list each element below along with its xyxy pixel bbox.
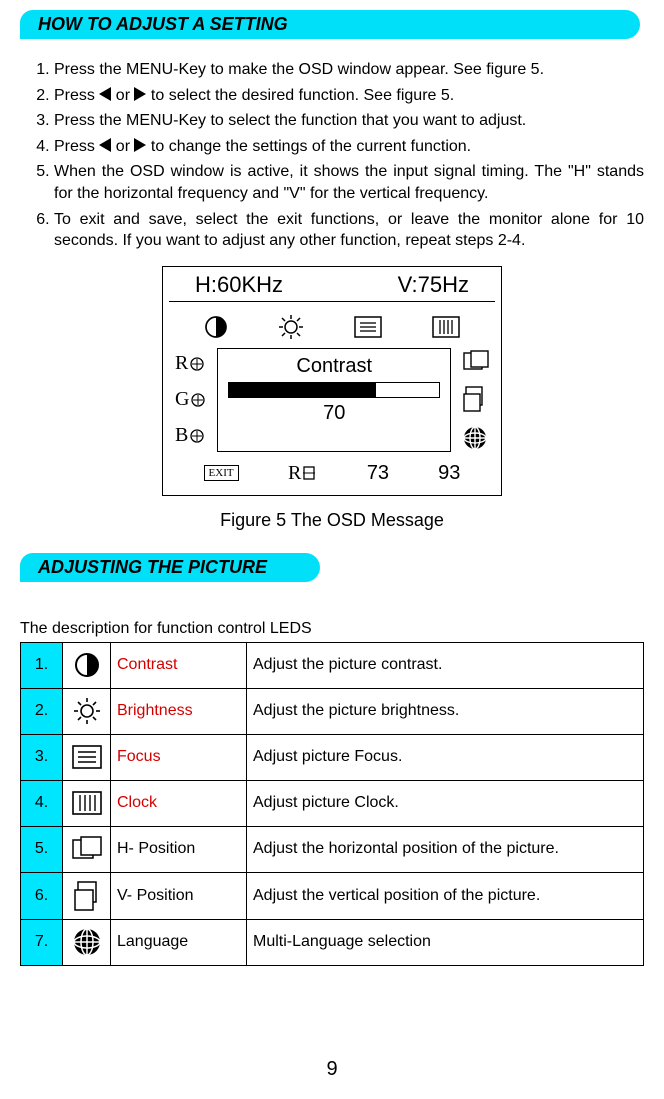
step-item: Press or to select the desired function.… xyxy=(54,85,644,107)
function-name: H- Position xyxy=(111,826,247,872)
function-desc: Adjust picture Focus. xyxy=(247,734,644,780)
function-name: V- Position xyxy=(111,872,247,919)
osd-value: 70 xyxy=(228,402,440,425)
section-header-adjust: HOW TO ADJUST A SETTING xyxy=(20,10,640,39)
contrast-icon xyxy=(204,315,228,339)
step-text: Press the MENU-Key to make the OSD windo… xyxy=(54,61,544,78)
osd-exit: EXIT xyxy=(204,465,239,481)
step-mid: or xyxy=(116,87,135,104)
osd-figure: H:60KHz V:75Hz xyxy=(162,266,502,496)
step-suffix: to select the desired function. See figu… xyxy=(151,87,454,104)
osd-center-panel: Contrast 70 xyxy=(217,348,451,452)
arrow-right-icon xyxy=(134,87,146,101)
g-label: G xyxy=(175,388,189,411)
row-number: 1. xyxy=(21,642,63,688)
steps-list: Press the MENU-Key to make the OSD windo… xyxy=(20,59,644,252)
osd-header: H:60KHz V:75Hz xyxy=(163,267,501,301)
table-row: 3. FocusAdjust picture Focus. xyxy=(21,734,644,780)
osd-value-bar xyxy=(228,382,440,398)
arrow-left-icon xyxy=(99,138,111,152)
osd-b-gain: B xyxy=(175,424,205,447)
arrow-right-icon xyxy=(134,138,146,152)
table-row: 5. H- PositionAdjust the horizontal posit… xyxy=(21,826,644,872)
hpos-icon xyxy=(463,350,489,372)
function-desc: Adjust the picture contrast. xyxy=(247,642,644,688)
step-text: To exit and save, select the exit functi… xyxy=(54,211,644,250)
clock-icon xyxy=(63,780,111,826)
step-prefix: Press xyxy=(54,87,99,104)
step-suffix: to change the settings of the current fu… xyxy=(151,138,471,155)
brightness-icon xyxy=(278,314,304,340)
row-number: 3. xyxy=(21,734,63,780)
step-item: Press the MENU-Key to make the OSD windo… xyxy=(54,59,644,81)
row-number: 6. xyxy=(21,872,63,919)
osd-num-2: 93 xyxy=(438,462,460,485)
globe-icon xyxy=(463,426,489,450)
figure-caption: Figure 5 The OSD Message xyxy=(20,510,644,531)
osd-middle: R G B Contrast 70 xyxy=(171,344,493,456)
function-name: Clock xyxy=(111,780,247,826)
function-desc: Multi-Language selection xyxy=(247,919,644,965)
step-item: Press or to change the settings of the c… xyxy=(54,136,644,158)
vpos-icon xyxy=(463,386,489,412)
osd-bottom-row: EXIT R 73 93 xyxy=(171,456,493,489)
table-row: 4. ClockAdjust picture Clock. xyxy=(21,780,644,826)
osd-r-gain: R xyxy=(175,352,205,375)
function-desc: Adjust picture Clock. xyxy=(247,780,644,826)
step-mid: or xyxy=(116,138,135,155)
brightness-icon xyxy=(63,688,111,734)
arrow-left-icon xyxy=(99,87,111,101)
table-row: 6. V- PositionAdjust the vertical positio… xyxy=(21,872,644,919)
focus-icon xyxy=(63,734,111,780)
svg-text:R: R xyxy=(288,463,302,483)
function-table: 1.ContrastAdjust the picture contrast.2.… xyxy=(20,642,644,966)
page-number: 9 xyxy=(0,1058,664,1081)
function-name: Language xyxy=(111,919,247,965)
table-intro: The description for function control LED… xyxy=(20,620,644,638)
r-label: R xyxy=(175,352,188,375)
row-number: 7. xyxy=(21,919,63,965)
recall-icon: R xyxy=(288,463,318,483)
row-number: 5. xyxy=(21,826,63,872)
table-row: 7. LanguageMulti-Language selection xyxy=(21,919,644,965)
osd-value-bar-fill xyxy=(229,383,376,397)
row-number: 2. xyxy=(21,688,63,734)
function-desc: Adjust the horizontal position of the pi… xyxy=(247,826,644,872)
focus-icon xyxy=(354,316,382,338)
b-label: B xyxy=(175,424,188,447)
function-name: Brightness xyxy=(111,688,247,734)
row-number: 4. xyxy=(21,780,63,826)
step-prefix: Press xyxy=(54,138,99,155)
clock-icon xyxy=(432,316,460,338)
table-row: 1. ContrastAdjust the picture contrast. xyxy=(21,642,644,688)
osd-top-icons xyxy=(171,310,493,344)
function-desc: Adjust the picture brightness. xyxy=(247,688,644,734)
step-text: When the OSD window is active, it shows … xyxy=(54,163,644,202)
osd-v-freq: V:75Hz xyxy=(398,272,469,298)
step-item: When the OSD window is active, it shows … xyxy=(54,161,644,204)
vpos-icon xyxy=(63,872,111,919)
function-desc: Adjust the vertical position of the pict… xyxy=(247,872,644,919)
osd-rgb-column: R G B xyxy=(171,344,213,456)
step-text: Press the MENU-Key to select the functio… xyxy=(54,112,526,129)
osd-g-gain: G xyxy=(175,388,205,411)
step-item: To exit and save, select the exit functi… xyxy=(54,209,644,252)
osd-num-1: 73 xyxy=(367,462,389,485)
globe-icon xyxy=(63,919,111,965)
function-name: Focus xyxy=(111,734,247,780)
contrast-icon xyxy=(63,642,111,688)
table-row: 2. BrightnessAdjust the picture brightnes… xyxy=(21,688,644,734)
osd-position-column xyxy=(455,344,493,456)
osd-body: R G B Contrast 70 EX xyxy=(163,302,501,495)
function-name: Contrast xyxy=(111,642,247,688)
section-header-picture: ADJUSTING THE PICTURE xyxy=(20,553,320,582)
hpos-icon xyxy=(63,826,111,872)
step-item: Press the MENU-Key to select the functio… xyxy=(54,110,644,132)
osd-function-label: Contrast xyxy=(228,355,440,378)
osd-h-freq: H:60KHz xyxy=(195,272,283,298)
